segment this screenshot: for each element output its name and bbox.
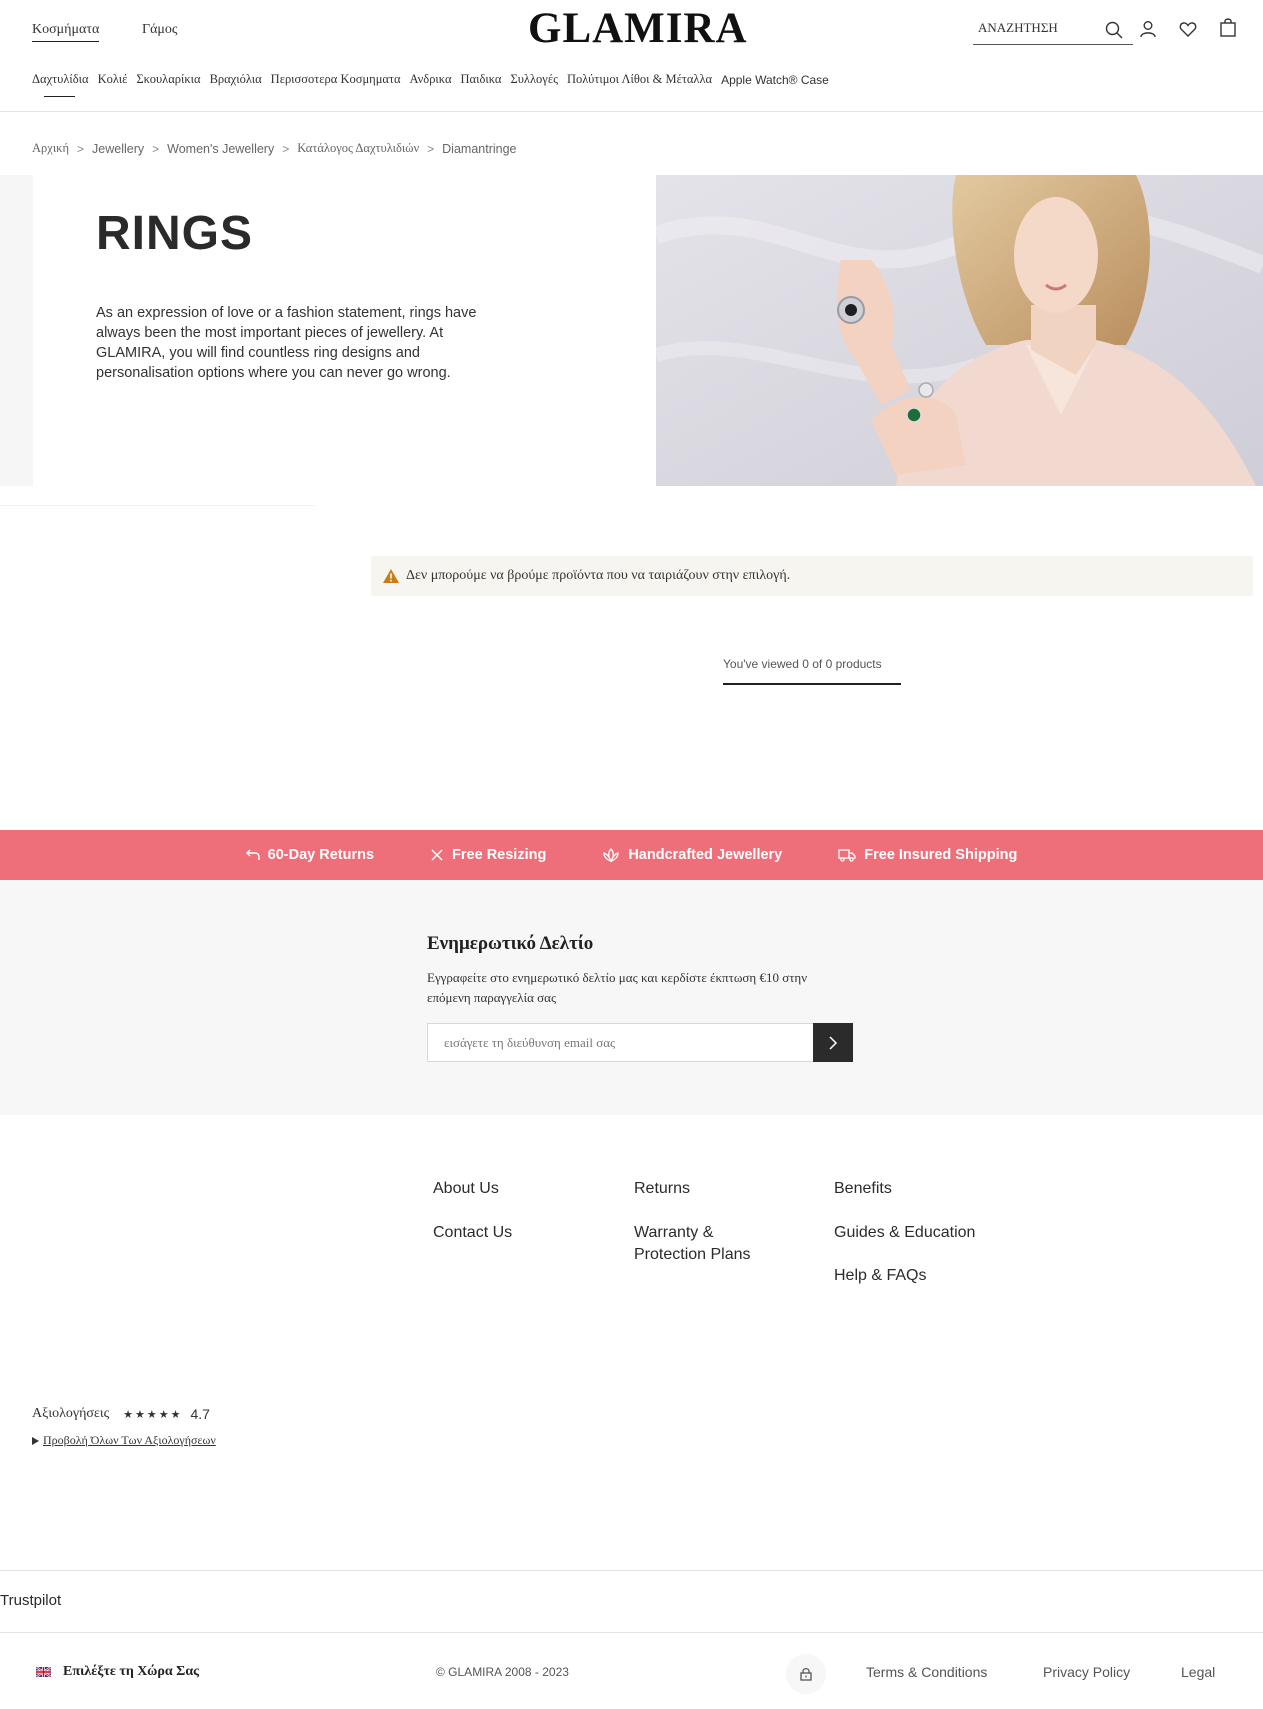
newsletter-text: Εγγραφείτε στο ενημερωτικό δελτίο μας κα… <box>427 970 808 1005</box>
chevron-right-icon <box>829 1035 838 1050</box>
benefit-resizing[interactable]: Free Resizing <box>430 847 546 863</box>
hero-description: As an expression of love or a fashion st… <box>96 305 477 381</box>
no-products-notice: Δεν μπορούμε να βρούμε προϊόντα που να τ… <box>371 556 1253 596</box>
privacy-policy-link[interactable]: Privacy Policy <box>1043 1664 1130 1680</box>
newsletter-email-input[interactable]: εισάγετε τη διεύθυνση email σας <box>427 1023 814 1062</box>
nav-earrings[interactable]: Σκουλαρίκια <box>136 72 200 87</box>
search-icon[interactable] <box>1105 21 1123 39</box>
category-nav: Δαχτυλίδια Κολιέ Σκουλαρίκια Βραχιόλια Π… <box>32 72 838 87</box>
benefit-returns[interactable]: 60-Day Returns <box>245 847 375 863</box>
chevron-right-icon: > <box>427 141 435 156</box>
country-selector-label[interactable]: Επιλέξτε τη Χώρα Σας <box>63 1664 199 1680</box>
breadcrumb-home[interactable]: Αρχική <box>32 141 69 156</box>
breadcrumb-womens-jewellery[interactable]: Women's Jewellery <box>167 142 274 156</box>
rating-summary: Αξιολογήσεις ★★★★★ 4.7 <box>32 1406 210 1422</box>
footer-divider-top <box>0 1570 1263 1571</box>
search-label: ΑΝΑΖΗΤΗΣΗ <box>978 20 1058 35</box>
nav-apple-watch-case[interactable]: Apple Watch® Case <box>721 73 829 87</box>
benefit-shipping-label: Free Insured Shipping <box>864 847 1018 863</box>
terms-conditions-link[interactable]: Terms & Conditions <box>866 1664 987 1680</box>
breadcrumb: Αρχική > Jewellery > Women's Jewellery >… <box>32 141 517 156</box>
nav-collections[interactable]: Συλλογές <box>510 72 558 87</box>
nav-bracelets[interactable]: Βραχιόλια <box>210 72 262 87</box>
warning-icon <box>383 569 399 583</box>
rating-link-row[interactable]: Προβολή Όλων Των Αξιολογήσεων <box>32 1433 216 1448</box>
nav-necklaces[interactable]: Κολιέ <box>98 72 128 87</box>
hero-image <box>656 175 1263 486</box>
notice-text: Δεν μπορούμε να βρούμε προϊόντα που να τ… <box>406 568 791 583</box>
uk-flag-icon <box>36 1667 51 1677</box>
footer-link-contact-us[interactable]: Contact Us <box>433 1222 512 1244</box>
copyright: © GLAMIRA 2008 - 2023 <box>436 1665 569 1679</box>
footer-link-warranty[interactable]: Warranty & Protection Plans <box>634 1222 784 1266</box>
country-selector[interactable]: Επιλέξτε τη Χώρα Σας <box>36 1664 199 1680</box>
search-field[interactable]: ΑΝΑΖΗΤΗΣΗ <box>973 17 1133 45</box>
footer-link-about-us[interactable]: About Us <box>433 1178 499 1200</box>
footer-link-guides[interactable]: Guides & Education <box>834 1222 975 1244</box>
triangle-right-icon <box>32 1436 39 1445</box>
nav-men[interactable]: Ανδρικα <box>410 72 452 87</box>
view-all-reviews-link[interactable]: Προβολή Όλων Των Αξιολογήσεων <box>43 1433 216 1448</box>
tab-jewellery[interactable]: Κοσμήματα <box>32 22 100 42</box>
breadcrumb-current: Diamantringe <box>442 141 517 156</box>
footer-link-help-faqs[interactable]: Help & FAQs <box>834 1265 926 1287</box>
trustpilot-widget[interactable]: Trustpilot <box>0 1592 61 1609</box>
footer-divider-bottom <box>0 1632 1263 1633</box>
rating-label: Αξιολογήσεις <box>32 1406 110 1421</box>
nav-rings[interactable]: Δαχτυλίδια <box>32 72 89 87</box>
shopping-bag-icon[interactable] <box>1219 17 1237 37</box>
header-divider <box>0 111 1263 112</box>
legal-link[interactable]: Legal <box>1181 1664 1215 1680</box>
lock-icon <box>800 1668 812 1681</box>
breadcrumb-ring-catalogue[interactable]: Κατάλογος Δαχτυλιδιών <box>297 141 419 156</box>
benefit-handcrafted[interactable]: Handcrafted Jewellery <box>602 847 782 863</box>
benefit-shipping[interactable]: Free Insured Shipping <box>838 847 1017 863</box>
delivery-truck-icon <box>838 849 856 862</box>
hero-side-panel <box>0 175 33 486</box>
nav-kids[interactable]: Παιδικα <box>461 72 502 87</box>
benefit-handcrafted-label: Handcrafted Jewellery <box>628 847 783 863</box>
benefit-returns-label: 60-Day Returns <box>267 847 375 863</box>
nav-gemstones-metals[interactable]: Πολύτιμοι Λίθοι & Μέταλλα <box>567 72 712 87</box>
nav-active-underline <box>44 96 75 97</box>
viewed-progress-bar <box>723 683 901 685</box>
nav-more-jewellery[interactable]: Περισσοτερα Κοσμηματα <box>271 72 401 87</box>
rating-stars-icon: ★★★★★ <box>123 1408 183 1421</box>
benefits-bar: 60-Day Returns Free Resizing Handcrafted… <box>0 830 1263 880</box>
page-title: RINGS <box>96 207 254 260</box>
rating-value: 4.7 <box>190 1406 210 1422</box>
newsletter-title: Ενημερωτικό Δελτίο <box>427 933 594 954</box>
resize-icon <box>431 849 443 861</box>
footer-link-benefits[interactable]: Benefits <box>834 1178 892 1200</box>
hero-bottom-line <box>0 505 315 506</box>
return-arrow-icon <box>245 849 260 860</box>
account-icon[interactable] <box>1139 20 1157 38</box>
tab-wedding[interactable]: Γάμος <box>142 22 177 38</box>
wishlist-heart-icon[interactable] <box>1179 20 1197 38</box>
viewed-count: You've viewed 0 of 0 products <box>723 657 882 671</box>
footer-link-returns[interactable]: Returns <box>634 1178 690 1200</box>
site-logo[interactable]: GLAMIRA <box>528 4 748 53</box>
chevron-right-icon: > <box>282 141 290 156</box>
newsletter-submit-button[interactable] <box>813 1023 853 1062</box>
benefit-resizing-label: Free Resizing <box>452 847 547 863</box>
privacy-settings-button[interactable] <box>786 1654 826 1694</box>
handcrafted-lotus-icon <box>603 848 619 863</box>
breadcrumb-jewellery[interactable]: Jewellery <box>92 142 144 156</box>
chevron-right-icon: > <box>152 141 160 156</box>
chevron-right-icon: > <box>77 141 85 156</box>
